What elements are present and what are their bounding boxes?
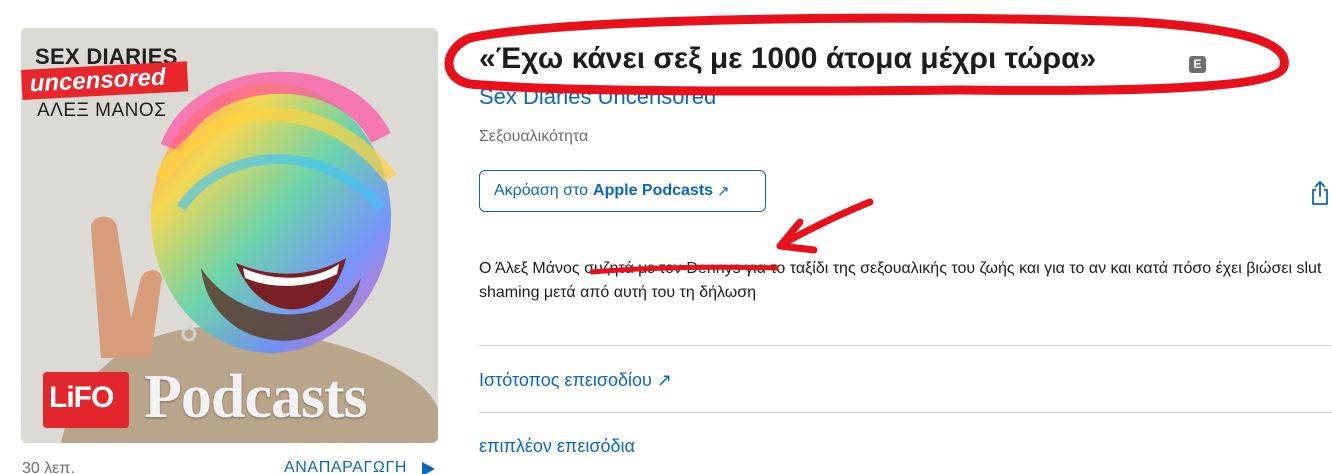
show-name-link[interactable]: Sex Diaries Uncensored bbox=[479, 84, 716, 110]
artwork-podcasts-word: Podcasts bbox=[144, 363, 368, 431]
podcast-artwork: SEX DIARIES uncensored ΑΛΕΞ ΜΑΝΟΣ LiFO P… bbox=[21, 28, 438, 443]
pointer-arrow-annotation bbox=[782, 198, 874, 246]
listen-button-prefix: Ακρόαση στο bbox=[494, 182, 589, 199]
section-divider bbox=[479, 412, 1332, 413]
artwork-uncensored-text: uncensored bbox=[29, 63, 167, 98]
episode-description: Ο Άλεξ Μάνος συζητά με τον Dennys για το… bbox=[479, 260, 1322, 301]
play-button[interactable]: ΑΝΑΠΑΡΑΓΩΓΗ bbox=[284, 459, 407, 474]
artwork-author: ΑΛΕΞ ΜΑΝΟΣ bbox=[37, 100, 167, 121]
play-triangle-icon[interactable] bbox=[422, 462, 435, 474]
more-episodes-link[interactable]: επιπλέον επεισόδια bbox=[479, 436, 635, 457]
episode-category: Σεξουαλικότητα bbox=[479, 128, 589, 145]
section-divider bbox=[479, 345, 1332, 346]
share-icon[interactable] bbox=[1310, 180, 1330, 206]
pointer-arrowhead-annotation bbox=[776, 218, 818, 254]
lifo-logo-text: LiFO bbox=[49, 381, 114, 414]
episode-duration: 30 λεπ. bbox=[22, 460, 75, 474]
listen-apple-podcasts-button[interactable]: Ακρόαση στο Apple Podcasts ↗ bbox=[479, 170, 766, 212]
episode-title: «Έχω κάνει σεξ με 1000 άτομα μέχρι τώρα» bbox=[479, 42, 1097, 75]
listen-button-brand: Apple Podcasts bbox=[593, 182, 714, 199]
external-arrow-icon: ↗ bbox=[717, 183, 730, 200]
lifo-logo: LiFO bbox=[43, 372, 129, 428]
explicit-badge: E bbox=[1189, 56, 1206, 73]
episode-website-link[interactable]: Ιστότοπος επεισοδίου ↗ bbox=[479, 370, 672, 391]
